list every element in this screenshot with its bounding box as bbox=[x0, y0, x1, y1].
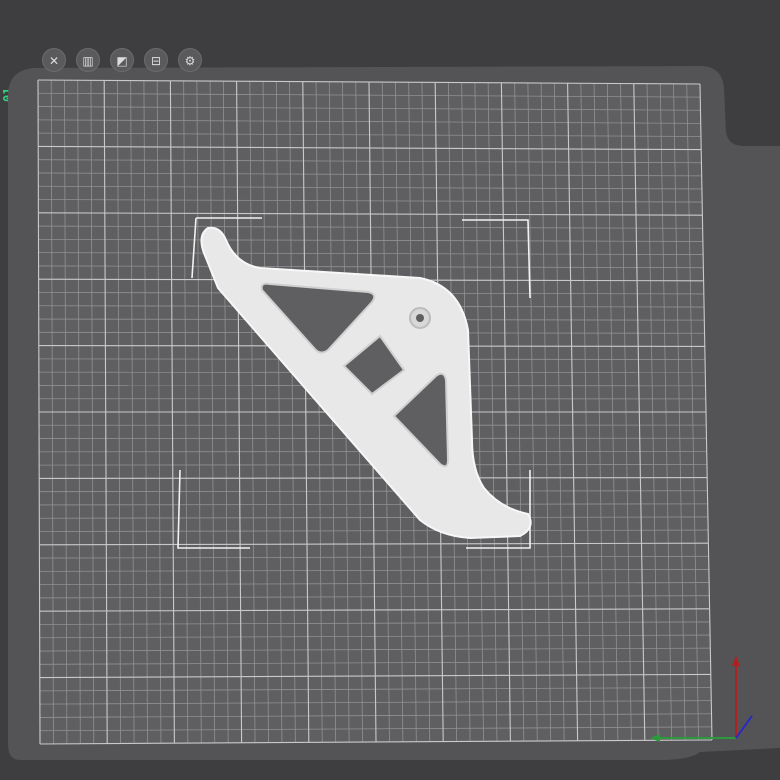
3d-viewport[interactable] bbox=[0, 0, 780, 780]
plate-toolbar: ✕ ▥ ◩ ⊟ ⚙ bbox=[42, 48, 202, 72]
auto-orient-button[interactable]: ◩ bbox=[110, 48, 134, 72]
gear-icon: ⚙ bbox=[184, 54, 196, 68]
arrange-icon: ▥ bbox=[82, 54, 94, 68]
arrange-button[interactable]: ▥ bbox=[76, 48, 100, 72]
close-icon: ✕ bbox=[48, 54, 60, 68]
lock-icon: ⊟ bbox=[150, 54, 162, 68]
close-plate-button[interactable]: ✕ bbox=[42, 48, 66, 72]
orient-icon: ◩ bbox=[116, 54, 128, 68]
lock-plate-button[interactable]: ⊟ bbox=[144, 48, 168, 72]
plate-settings-button[interactable]: ⚙ bbox=[178, 48, 202, 72]
